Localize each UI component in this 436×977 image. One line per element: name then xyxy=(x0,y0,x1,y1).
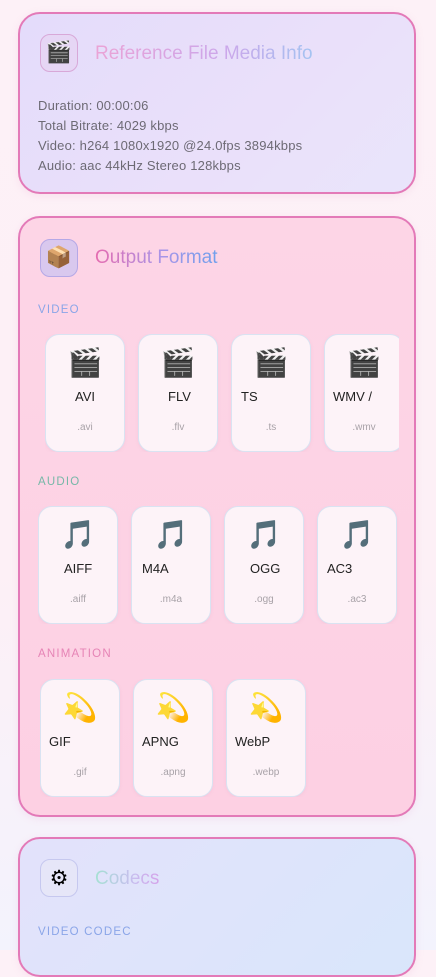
output-format-title: Output Format xyxy=(95,247,218,268)
format-tile-webp[interactable]: 💫 WebP .webp xyxy=(226,679,306,797)
format-ext: .ogg xyxy=(254,594,274,605)
dizzy-star-icon: 💫 xyxy=(62,692,98,723)
clapper-board-icon: 🎬 xyxy=(253,347,289,378)
format-tile-flv[interactable]: 🎬 FLV .flv xyxy=(138,334,218,452)
video-section-label: VIDEO xyxy=(38,304,80,316)
format-ext: .ac3 xyxy=(347,594,367,605)
codecs-card: ⚙ Codecs VIDEO CODEC xyxy=(18,837,416,977)
music-note-icon: 🎵 xyxy=(153,519,189,550)
format-ext: .aiff xyxy=(70,594,86,605)
duration-text: Duration: 00:00:06 xyxy=(38,98,149,113)
animation-section-label: ANIMATION xyxy=(38,648,112,660)
media-info-card: 🎬 Reference File Media Info Duration: 00… xyxy=(18,12,416,194)
animation-format-list[interactable]: 💫 GIF .gif 💫 APNG .apng 💫 WebP .webp xyxy=(40,679,402,797)
format-ext: .m4a xyxy=(159,594,183,605)
clapper-board-icon: 🎬 xyxy=(160,347,196,378)
format-tile-avi[interactable]: 🎬 AVI .avi xyxy=(45,334,125,452)
format-name: AVI xyxy=(75,389,95,404)
format-name: FLV xyxy=(168,389,191,404)
format-ext: .gif xyxy=(73,767,87,778)
audio-stream-text: Audio: aac 44kHz Stereo 128kbps xyxy=(38,158,241,173)
music-note-icon: 🎵 xyxy=(60,519,96,550)
format-name: WMV / xyxy=(333,389,372,404)
format-ext: .ts xyxy=(265,422,277,433)
music-note-icon: 🎵 xyxy=(339,519,375,550)
video-codec-label: VIDEO CODEC xyxy=(38,926,132,938)
format-tile-gif[interactable]: 💫 GIF .gif xyxy=(40,679,120,797)
format-ext: .flv xyxy=(171,422,185,433)
format-ext: .webp xyxy=(252,767,280,778)
format-tile-ogg[interactable]: 🎵 OGG .ogg xyxy=(224,506,304,624)
package-icon: 📦 xyxy=(40,239,78,277)
audio-section-label: AUDIO xyxy=(38,476,81,488)
format-tile-wmv[interactable]: 🎬 WMV / .wmv xyxy=(324,334,399,452)
format-tile-apng[interactable]: 💫 APNG .apng xyxy=(133,679,213,797)
format-ext: .apng xyxy=(160,767,186,778)
format-name: OGG xyxy=(250,561,281,576)
bitrate-text: Total Bitrate: 4029 kbps xyxy=(38,118,179,133)
music-note-icon: 🎵 xyxy=(246,519,282,550)
audio-format-list[interactable]: 🎵 AIFF .aiff 🎵 M4A .m4a 🎵 OGG .ogg 🎵 AC3… xyxy=(38,506,400,624)
clapper-board-icon: 🎬 xyxy=(40,34,78,72)
dizzy-star-icon: 💫 xyxy=(155,692,191,723)
gear-icon: ⚙ xyxy=(40,859,78,897)
video-stream-text: Video: h264 1080x1920 @24.0fps 3894kbps xyxy=(38,138,303,153)
media-info-details: Duration: 00:00:06 Total Bitrate: 4029 k… xyxy=(38,96,302,176)
format-name: APNG xyxy=(142,734,179,749)
format-ext: .wmv xyxy=(352,422,376,433)
format-name: M4A xyxy=(142,561,169,576)
dizzy-star-icon: 💫 xyxy=(248,692,284,723)
format-tile-ac3[interactable]: 🎵 AC3 .ac3 xyxy=(317,506,397,624)
format-name: TS xyxy=(241,389,258,404)
clapper-board-icon: 🎬 xyxy=(346,347,382,378)
format-name: WebP xyxy=(235,734,271,749)
output-format-card: 📦 Output Format VIDEO 🎬 AVI .avi 🎬 FLV .… xyxy=(18,216,416,817)
format-tile-m4a[interactable]: 🎵 M4A .m4a xyxy=(131,506,211,624)
format-ext: .avi xyxy=(77,422,93,433)
format-name: AIFF xyxy=(64,561,93,576)
format-tile-aiff[interactable]: 🎵 AIFF .aiff xyxy=(38,506,118,624)
format-name: GIF xyxy=(49,734,71,749)
clapper-board-icon: 🎬 xyxy=(67,347,103,378)
format-tile-ts[interactable]: 🎬 TS .ts xyxy=(231,334,311,452)
codecs-title: Codecs xyxy=(95,868,160,889)
video-format-list[interactable]: 🎬 AVI .avi 🎬 FLV .flv 🎬 TS .ts 🎬 WMV / .… xyxy=(45,334,399,452)
format-name: AC3 xyxy=(327,561,353,576)
media-info-title: Reference File Media Info xyxy=(95,43,313,64)
